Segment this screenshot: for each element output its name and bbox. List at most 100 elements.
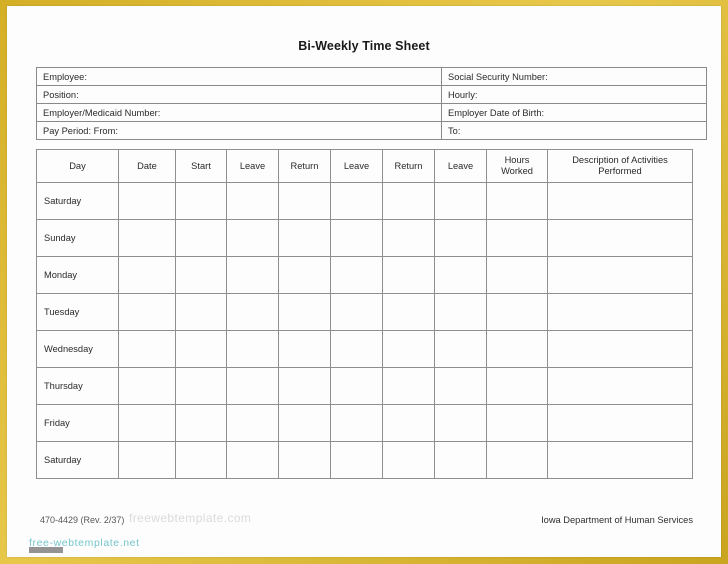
cell-leave-2[interactable] <box>330 219 383 257</box>
info-label-ssn[interactable]: Social Security Number: <box>441 67 707 86</box>
cell-description[interactable] <box>547 441 693 479</box>
cell-leave-3[interactable] <box>434 330 487 368</box>
cell-leave-3[interactable] <box>434 367 487 405</box>
column-header-leave-2: Leave <box>330 149 383 183</box>
table-row: Thursday <box>36 367 693 405</box>
cell-leave-1[interactable] <box>226 367 279 405</box>
cell-leave-3[interactable] <box>434 182 487 220</box>
cell-return-1[interactable] <box>278 441 331 479</box>
cell-hours-worked[interactable] <box>486 293 548 331</box>
cell-return-2[interactable] <box>382 367 435 405</box>
cell-hours-worked[interactable] <box>486 256 548 294</box>
info-label-position[interactable]: Position: <box>36 85 442 104</box>
info-label-employee[interactable]: Employee: <box>36 67 442 86</box>
cell-leave-2[interactable] <box>330 404 383 442</box>
cell-description[interactable] <box>547 293 693 331</box>
cell-return-1[interactable] <box>278 367 331 405</box>
timesheet-body: Saturday Sunday Monday Tuesday Wednesday Thur… <box>36 182 693 479</box>
cell-hours-worked[interactable] <box>486 404 548 442</box>
cell-leave-2[interactable] <box>330 293 383 331</box>
cell-return-2[interactable] <box>382 219 435 257</box>
info-label-employer-date-of-birth[interactable]: Employer Date of Birth: <box>441 103 707 122</box>
cell-leave-3[interactable] <box>434 219 487 257</box>
cell-day[interactable]: Sunday <box>36 219 119 257</box>
cell-date[interactable] <box>118 404 176 442</box>
cell-date[interactable] <box>118 256 176 294</box>
cell-start[interactable] <box>175 404 227 442</box>
cell-start[interactable] <box>175 330 227 368</box>
cell-description[interactable] <box>547 367 693 405</box>
cell-day[interactable]: Tuesday <box>36 293 119 331</box>
cell-description[interactable] <box>547 256 693 294</box>
cell-leave-1[interactable] <box>226 441 279 479</box>
cell-return-1[interactable] <box>278 330 331 368</box>
cell-return-1[interactable] <box>278 293 331 331</box>
cell-leave-3[interactable] <box>434 441 487 479</box>
cell-start[interactable] <box>175 182 227 220</box>
cell-day[interactable]: Friday <box>36 404 119 442</box>
cell-start[interactable] <box>175 441 227 479</box>
cell-leave-2[interactable] <box>330 330 383 368</box>
page-frame-border: Bi-Weekly Time Sheet Employee: Social Se… <box>0 0 728 564</box>
cell-leave-1[interactable] <box>226 182 279 220</box>
cell-leave-2[interactable] <box>330 441 383 479</box>
cell-leave-1[interactable] <box>226 256 279 294</box>
cell-description[interactable] <box>547 404 693 442</box>
cell-description[interactable] <box>547 330 693 368</box>
cell-hours-worked[interactable] <box>486 219 548 257</box>
cell-date[interactable] <box>118 441 176 479</box>
cell-return-2[interactable] <box>382 293 435 331</box>
info-label-pay-period-to[interactable]: To: <box>441 121 707 140</box>
cell-date[interactable] <box>118 182 176 220</box>
cell-day[interactable]: Monday <box>36 256 119 294</box>
cell-return-1[interactable] <box>278 404 331 442</box>
cell-day[interactable]: Saturday <box>36 182 119 220</box>
cell-description[interactable] <box>547 219 693 257</box>
info-label-hourly[interactable]: Hourly: <box>441 85 707 104</box>
cell-day[interactable]: Wednesday <box>36 330 119 368</box>
cell-start[interactable] <box>175 293 227 331</box>
cell-return-1[interactable] <box>278 219 331 257</box>
cell-leave-3[interactable] <box>434 404 487 442</box>
cell-return-2[interactable] <box>382 441 435 479</box>
cell-hours-worked[interactable] <box>486 367 548 405</box>
table-row: Sunday <box>36 219 693 257</box>
cell-date[interactable] <box>118 219 176 257</box>
info-label-employer-medicaid-number[interactable]: Employer/Medicaid Number: <box>36 103 442 122</box>
cell-day[interactable]: Thursday <box>36 367 119 405</box>
cell-leave-2[interactable] <box>330 367 383 405</box>
cell-return-2[interactable] <box>382 182 435 220</box>
cell-leave-2[interactable] <box>330 182 383 220</box>
cell-start[interactable] <box>175 219 227 257</box>
cell-return-1[interactable] <box>278 256 331 294</box>
cell-return-2[interactable] <box>382 256 435 294</box>
cell-date[interactable] <box>118 293 176 331</box>
cell-return-1[interactable] <box>278 182 331 220</box>
info-row-employee: Employee: Social Security Number: <box>36 67 707 86</box>
cell-description[interactable] <box>547 182 693 220</box>
cell-day[interactable]: Saturday <box>36 441 119 479</box>
cell-hours-worked[interactable] <box>486 182 548 220</box>
cell-leave-3[interactable] <box>434 256 487 294</box>
cell-start[interactable] <box>175 256 227 294</box>
cell-leave-1[interactable] <box>226 219 279 257</box>
cell-start[interactable] <box>175 367 227 405</box>
cell-hours-worked[interactable] <box>486 330 548 368</box>
cell-date[interactable] <box>118 367 176 405</box>
watermark-diagonal-text: freewebtemplate.com <box>129 511 252 525</box>
cell-return-2[interactable] <box>382 404 435 442</box>
watermark-site-text: free-webtemplate.net <box>29 537 140 549</box>
agency-name: Iowa Department of Human Services <box>541 515 693 525</box>
employee-info-body: Employee: Social Security Number: Positi… <box>36 67 707 140</box>
cell-return-2[interactable] <box>382 330 435 368</box>
cell-leave-3[interactable] <box>434 293 487 331</box>
cell-date[interactable] <box>118 330 176 368</box>
cell-hours-worked[interactable] <box>486 441 548 479</box>
cell-leave-1[interactable] <box>226 293 279 331</box>
column-header-start: Start <box>175 149 227 183</box>
cell-leave-2[interactable] <box>330 256 383 294</box>
cell-leave-1[interactable] <box>226 330 279 368</box>
info-label-pay-period-from[interactable]: Pay Period: From: <box>36 121 442 140</box>
info-row-pay-period: Pay Period: From: To: <box>36 121 707 140</box>
cell-leave-1[interactable] <box>226 404 279 442</box>
